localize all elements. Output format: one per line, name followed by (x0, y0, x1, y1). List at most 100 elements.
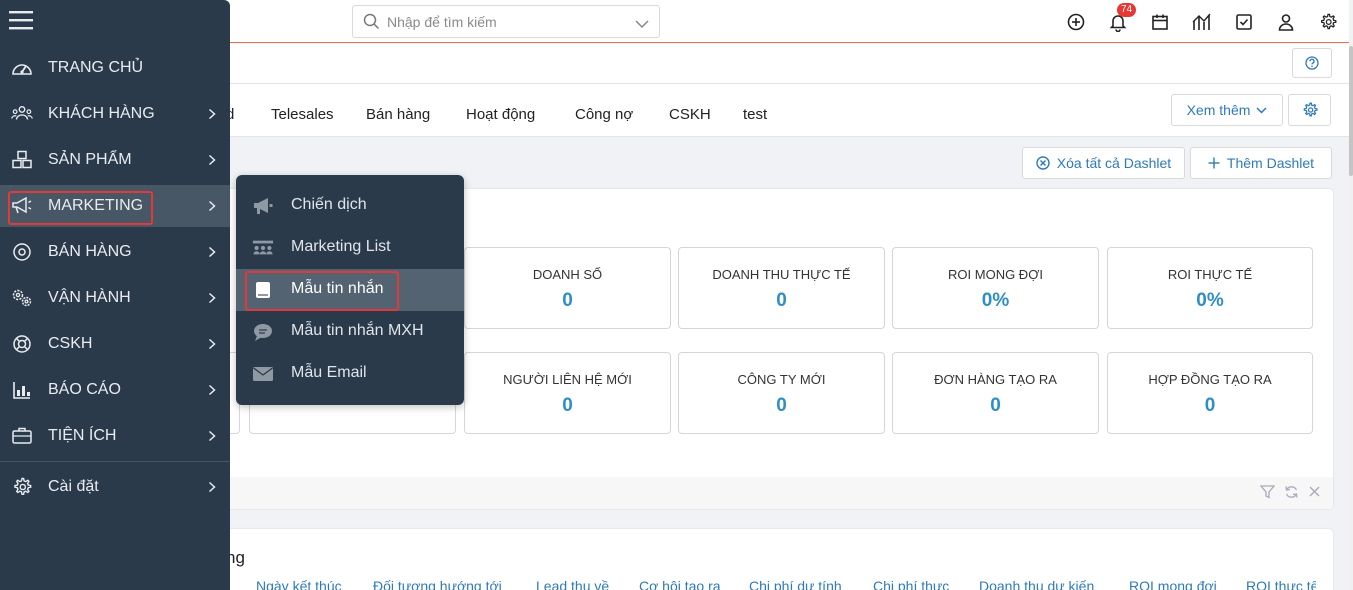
notification-badge: 74 (1117, 3, 1137, 17)
search-icon (363, 13, 380, 35)
sidebar-item-label: BÁN HÀNG (48, 243, 132, 260)
scrollbar-thumb[interactable] (1349, 46, 1353, 176)
tab-hoat-dong[interactable]: Hoạt động (466, 106, 535, 123)
sidebar-item-label: Cài đặt (48, 478, 99, 495)
plus-circle-icon[interactable] (1065, 11, 1087, 33)
chevron-down-icon (1256, 106, 1267, 114)
sidebar: TRANG CHỦ KHÁCH HÀNG SẢN PHẨM MARKETING … (0, 0, 230, 590)
boxes-icon (11, 149, 33, 171)
help-button[interactable] (1292, 48, 1332, 78)
hamburger-menu-icon[interactable] (9, 9, 33, 36)
more-tabs-label: Xem thêm (1186, 102, 1251, 118)
column-header[interactable]: Chi phí dự tính (749, 578, 842, 590)
filter-icon[interactable] (1260, 485, 1275, 499)
tab-telesales[interactable]: Telesales (271, 106, 334, 123)
cogs-icon (11, 287, 33, 309)
sidebar-item-ban-hang[interactable]: BÁN HÀNG (0, 231, 230, 273)
column-header[interactable]: Cơ hội tạo ra (639, 578, 721, 590)
chevron-right-icon (208, 480, 216, 498)
column-header[interactable]: ROI mong đợi (1129, 578, 1217, 590)
stat-value: 0 (562, 290, 573, 311)
tab-cskh[interactable]: CSKH (669, 106, 711, 123)
column-header[interactable]: Doanh thu dự kiến (979, 578, 1094, 590)
stat-value: 0 (776, 290, 787, 311)
stat-title: CÔNG TY MỚI (737, 372, 826, 387)
submenu-item-label: Marketing List (291, 238, 391, 255)
chart-icon[interactable] (1191, 11, 1213, 33)
chevron-right-icon (208, 291, 216, 309)
submenu-item-label: Mẫu tin nhắn MXH (291, 322, 424, 339)
chevron-right-icon (208, 245, 216, 263)
stat-value: 0 (562, 395, 573, 416)
gear-icon[interactable] (1317, 11, 1339, 33)
clear-all-dashlets-label: Xóa tất cả Dashlet (1056, 155, 1172, 171)
highlight-box (245, 271, 399, 311)
sidebar-item-cskh[interactable]: CSKH (0, 323, 230, 365)
tab-ban-hang[interactable]: Bán hàng (366, 106, 430, 123)
checkbox-icon[interactable] (1233, 11, 1255, 33)
column-header[interactable]: Lead thu về (536, 578, 609, 590)
search-box[interactable]: Nhập để tìm kiếm (352, 5, 660, 38)
column-header[interactable]: Ngày kết thúc (256, 578, 342, 590)
sidebar-item-trang-chu[interactable]: TRANG CHỦ (0, 47, 230, 89)
submenu-item-mau-email[interactable]: Mẫu Email (236, 353, 464, 395)
stat-title: DOANH THU THỰC TẾ (712, 267, 851, 282)
stat-title: DOANH SỐ (532, 267, 603, 282)
tab-settings-button[interactable] (1288, 94, 1331, 126)
stat-card: CÔNG TY MỚI 0 (678, 352, 885, 434)
submenu-item-chien-dich[interactable]: Chiến dịch (236, 185, 464, 227)
users-icon (11, 103, 33, 125)
sidebar-item-tien-ich[interactable]: TIỆN ÍCH (0, 415, 230, 457)
stat-title: HỢP ĐỒNG TẠO RA (1148, 372, 1272, 387)
chevron-right-icon (208, 429, 216, 447)
lifebuoy-icon (11, 333, 33, 355)
chevron-right-icon (208, 107, 216, 125)
stat-card: ROI MONG ĐỢI 0% (892, 247, 1099, 329)
envelope-icon (252, 363, 274, 385)
submenu-item-marketing-list[interactable]: Marketing List (236, 227, 464, 269)
stat-title: NGƯỜI LIÊN HỆ MỚI (503, 372, 632, 387)
sidebar-item-khach-hang[interactable]: KHÁCH HÀNG (0, 93, 230, 135)
column-header[interactable]: Đối tượng hướng tới (373, 578, 502, 590)
clear-all-dashlets-button[interactable]: Xóa tất cả Dashlet (1022, 147, 1185, 179)
campaign-dashlet: ng Ngày kết thúc Đối tượng hướng tới Lea… (200, 529, 1333, 590)
search-input[interactable]: Nhập để tìm kiếm (387, 14, 497, 30)
sidebar-item-bao-cao[interactable]: BÁO CÁO (0, 369, 230, 411)
column-header[interactable]: Chi phí thực (873, 578, 949, 590)
calendar-icon[interactable] (1149, 11, 1171, 33)
chevron-right-icon (208, 153, 216, 171)
dashboard-icon (11, 57, 33, 79)
submenu-item-label: Chiến dịch (291, 196, 367, 213)
stat-card: ROI THỰC TẾ 0% (1107, 247, 1313, 329)
highlight-box (8, 191, 153, 225)
stat-value: 0 (776, 395, 787, 416)
sidebar-item-label: BÁO CÁO (48, 381, 121, 398)
submenu-item-mau-tin-nhan-mxh[interactable]: Mẫu tin nhắn MXH (236, 311, 464, 353)
megaphone-icon (252, 195, 274, 217)
sidebar-item-san-pham[interactable]: SẢN PHẨM (0, 139, 230, 181)
stat-card: ĐƠN HÀNG TẠO RA 0 (892, 352, 1099, 434)
group-icon (252, 237, 274, 259)
user-icon[interactable] (1275, 11, 1297, 33)
refresh-icon[interactable] (1284, 485, 1299, 499)
gear-icon (11, 476, 33, 498)
sidebar-item-van-hanh[interactable]: VẬN HÀNH (0, 277, 230, 319)
sidebar-item-label: TIỆN ÍCH (48, 427, 117, 444)
column-header[interactable]: ROI thực tế (1246, 578, 1316, 590)
close-icon[interactable] (1308, 485, 1321, 498)
add-dashlet-button[interactable]: Thêm Dashlet (1190, 147, 1332, 179)
tab-test[interactable]: test (743, 106, 767, 123)
chevron-down-icon[interactable] (635, 16, 649, 34)
sidebar-item-label: KHÁCH HÀNG (48, 105, 155, 122)
stat-title: ROI MONG ĐỢI (948, 267, 1043, 282)
tab-cong-no[interactable]: Công nợ (575, 106, 633, 123)
sidebar-item-cai-dat[interactable]: Cài đặt (0, 466, 230, 508)
plus-icon (1208, 157, 1220, 169)
more-tabs-button[interactable]: Xem thêm (1171, 94, 1283, 126)
sidebar-item-label: SẢN PHẨM (48, 151, 132, 168)
chevron-right-icon (208, 337, 216, 355)
stat-value: 0 (1204, 395, 1216, 416)
add-dashlet-label: Thêm Dashlet (1226, 155, 1315, 171)
gear-icon (1303, 102, 1318, 117)
stat-value: 0% (981, 290, 1010, 311)
